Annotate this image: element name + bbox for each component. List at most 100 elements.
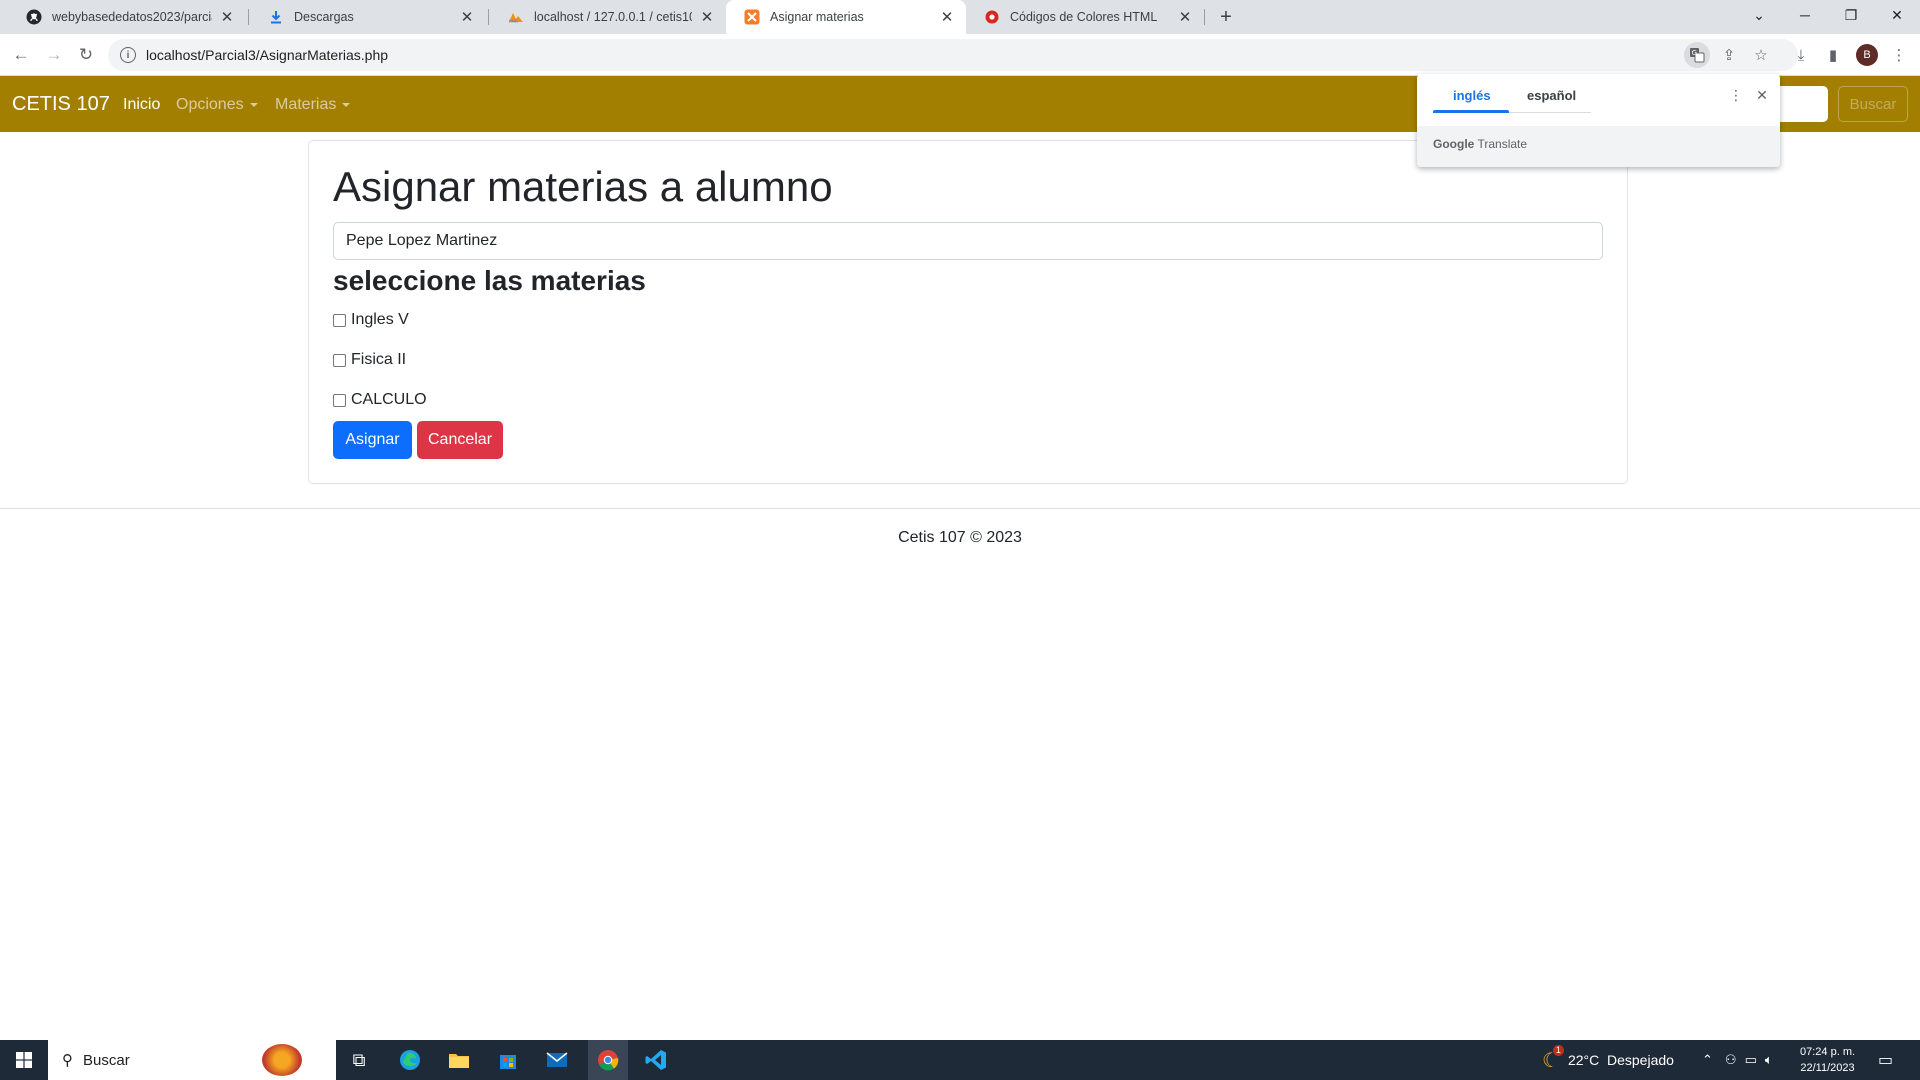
subject-label: CALCULO (351, 391, 427, 408)
translate-tab-espanol[interactable]: español (1527, 88, 1576, 103)
subjects-heading: seleccione las materias (333, 265, 646, 296)
subject-label: Ingles V (351, 311, 409, 328)
tab-separator (248, 9, 249, 25)
vscode-icon[interactable] (642, 1046, 670, 1074)
volume-icon[interactable]: 🔈︎ (1765, 1052, 1773, 1068)
new-tab-button[interactable]: + (1214, 5, 1238, 29)
nav-link-inicio[interactable]: Inicio (123, 96, 160, 114)
navbar-brand[interactable]: CETIS 107 (12, 93, 110, 116)
nav-dropdown-label: Materias (275, 96, 337, 113)
nav-dropdown-label: Opciones (176, 96, 244, 113)
tab-search-chevron-icon[interactable]: ⌄ (1736, 0, 1782, 30)
nav-dropdown-opciones[interactable]: Opciones (176, 96, 258, 114)
tab-codigos-colores[interactable]: Códigos de Colores HTML ✕ (966, 0, 1204, 34)
close-icon[interactable]: ✕ (938, 8, 956, 26)
phpmyadmin-icon: PMA (508, 9, 524, 25)
translate-tab-ingles[interactable]: inglés (1453, 88, 1491, 103)
search-icon: ⚲ (62, 1052, 73, 1069)
cancel-button[interactable]: Cancelar (417, 421, 503, 459)
xampp-icon (744, 9, 760, 25)
translate-icon[interactable]: G (1684, 42, 1710, 68)
tab-asignar-materias[interactable]: Asignar materias ✕ (726, 0, 966, 34)
search-highlight-illustration (262, 1044, 302, 1076)
url-text: localhost/Parcial3/AsignarMaterias.php (146, 47, 389, 63)
system-tray: ⌃ ⚇ ▭ 🔈︎ (1702, 1040, 1773, 1080)
tab-github[interactable]: webybasededatos2023/parcial3/ ✕ (8, 0, 246, 34)
navbar-search-input[interactable] (1772, 86, 1828, 122)
subject-option-fisica[interactable]: Fisica II (333, 351, 406, 369)
footer-divider (0, 508, 1920, 509)
menu-dots-icon[interactable]: ⋮ (1886, 42, 1912, 68)
tab-title: localhost / 127.0.0.1 / cetis107 / (534, 10, 692, 24)
weather-text: 22°C Despejado (1567, 1052, 1674, 1068)
weather-notification-badge: 1 (1552, 1044, 1564, 1056)
taskbar-search-placeholder: Buscar (83, 1051, 130, 1069)
profile-avatar[interactable]: B (1856, 44, 1878, 66)
subject-checkbox[interactable] (333, 393, 346, 407)
subject-label: Fisica II (351, 351, 407, 368)
minimize-icon[interactable]: ─ (1782, 0, 1828, 30)
github-icon (26, 9, 42, 25)
clock[interactable]: 07:24 p. m. 22/11/2023 (1800, 1040, 1855, 1080)
translate-wordmark: Translate (1477, 137, 1528, 151)
forward-arrow-icon[interactable]: → (42, 43, 66, 67)
tab-separator (488, 9, 489, 25)
subject-checkbox[interactable] (333, 353, 346, 367)
network-icon[interactable]: ▭ (1745, 1052, 1757, 1068)
microsoft-store-icon[interactable] (494, 1046, 522, 1074)
footer-copyright: Cetis 107 © 2023 (898, 529, 1022, 546)
tab-phpmyadmin[interactable]: PMA localhost / 127.0.0.1 / cetis107 / ✕ (490, 0, 726, 34)
bookmark-star-icon[interactable]: ☆ (1748, 42, 1774, 68)
chrome-icon[interactable] (588, 1040, 628, 1080)
restore-icon[interactable]: ❐ (1828, 0, 1874, 30)
moon-weather-icon: ☾ 1 (1542, 1044, 1564, 1073)
close-icon[interactable]: ✕ (698, 8, 716, 26)
windows-start-icon[interactable] (10, 1046, 38, 1074)
meet-now-icon[interactable]: ⚇ (1725, 1052, 1737, 1068)
notifications-icon[interactable]: ▭ (1878, 1040, 1893, 1080)
downloads-icon[interactable]: ⤓ (1788, 42, 1814, 68)
edge-icon[interactable] (396, 1046, 424, 1074)
side-panel-icon[interactable]: ▮ (1820, 42, 1846, 68)
tab-title: Asignar materias (770, 10, 864, 24)
taskbar-search-box[interactable]: ⚲ Buscar (48, 1040, 336, 1080)
file-explorer-icon[interactable] (445, 1046, 473, 1074)
svg-text:PMA: PMA (509, 19, 518, 24)
close-icon[interactable]: ✕ (458, 8, 476, 26)
translate-more-options-icon[interactable]: ⋮ (1725, 84, 1747, 106)
browser-toolbar: ← → ↻ i localhost/Parcial3/AsignarMateri… (0, 34, 1920, 76)
google-translate-popup: inglés español ⋮ ✕ Google Translate (1417, 74, 1780, 167)
close-icon[interactable]: ✕ (1751, 84, 1773, 106)
weather-widget[interactable]: ☾ 1 22°C Despejado (1542, 1040, 1674, 1080)
subject-option-calculo[interactable]: CALCULO (333, 391, 427, 409)
task-view-icon[interactable]: ⧉ (345, 1046, 373, 1074)
student-name-input[interactable] (333, 222, 1603, 260)
reload-icon[interactable]: ↻ (74, 43, 98, 67)
caret-down-icon (342, 102, 351, 107)
assign-subjects-card: Asignar materias a alumno seleccione las… (308, 140, 1628, 484)
close-icon[interactable]: ✕ (218, 8, 236, 26)
translate-active-indicator (1433, 110, 1509, 113)
close-icon[interactable]: ✕ (1176, 8, 1194, 26)
tab-descargas[interactable]: Descargas ✕ (250, 0, 486, 34)
nav-dropdown-materias[interactable]: Materias (275, 96, 351, 114)
windows-taskbar: ⚲ Buscar ⧉ ☾ 1 22°C Despejado ⌃ ⚇ ▭ 🔈︎ 07… (0, 1040, 1920, 1080)
page-title: Asignar materias a alumno (333, 163, 833, 210)
google-wordmark: Google (1433, 137, 1475, 151)
back-arrow-icon[interactable]: ← (9, 43, 33, 67)
record-icon (984, 9, 1000, 25)
address-bar[interactable]: i localhost/Parcial3/AsignarMaterias.php (108, 39, 1798, 71)
chevron-up-icon[interactable]: ⌃ (1702, 1052, 1713, 1068)
navbar-search-button[interactable]: Buscar (1838, 86, 1908, 122)
site-info-icon[interactable]: i (120, 47, 136, 63)
subject-checkbox[interactable] (333, 313, 346, 327)
download-icon (268, 9, 284, 25)
close-window-icon[interactable]: ✕ (1874, 0, 1920, 30)
mail-icon[interactable] (543, 1046, 571, 1074)
subject-option-ingles[interactable]: Ingles V (333, 311, 409, 329)
clock-time: 07:24 p. m. (1800, 1046, 1856, 1058)
caret-down-icon (249, 102, 258, 107)
assign-button[interactable]: Asignar (333, 421, 412, 459)
share-icon[interactable]: ⇪ (1716, 42, 1742, 68)
svg-text:G: G (1692, 49, 1697, 57)
